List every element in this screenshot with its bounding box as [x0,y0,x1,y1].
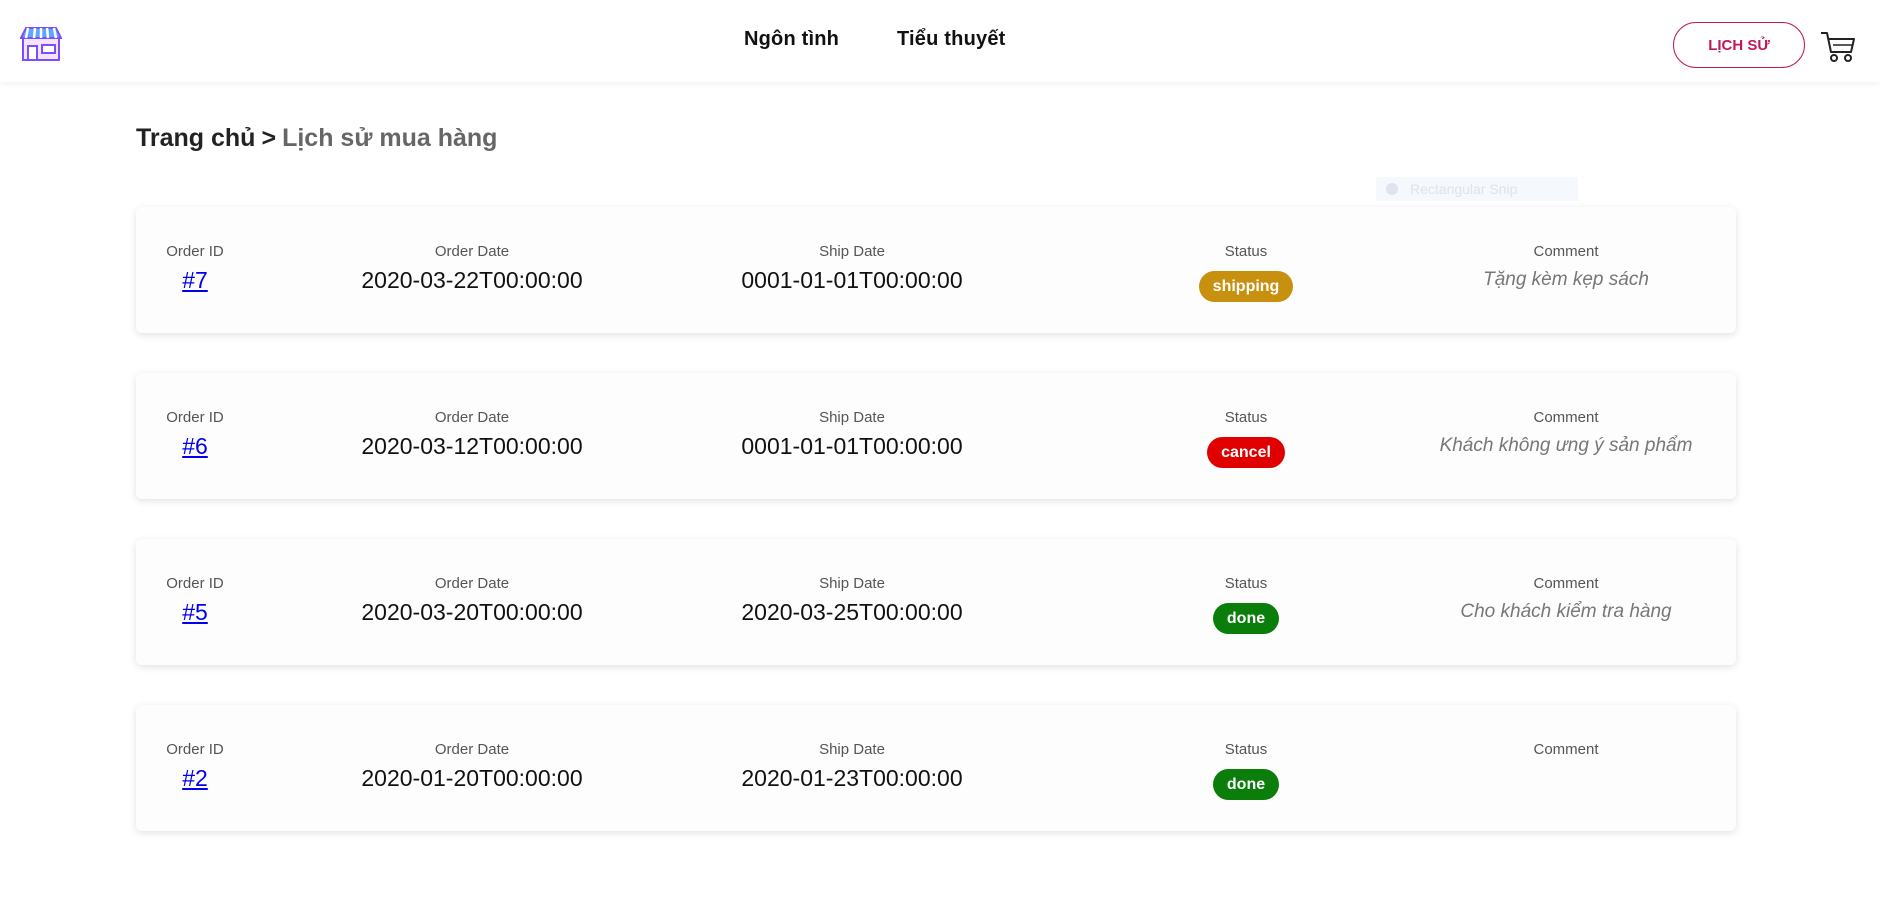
order-date-label: Order Date [434,741,510,758]
order-card: Order ID #6 Order Date 2020-03-12T00:00:… [136,373,1736,499]
order-date-value: 2020-01-20T00:00:00 [361,765,583,791]
status-label: Status [1224,575,1268,592]
nav-item-tieu-thuyet[interactable]: Tiểu thuyết [897,28,1006,51]
order-id-link[interactable]: #6 [182,433,208,459]
ship-date-value: 2020-01-23T00:00:00 [741,765,963,791]
ship-date-label: Ship Date [819,741,885,758]
ship-date-column: Ship Date 0001-01-01T00:00:00 [712,207,992,333]
shop-icon[interactable] [20,26,62,62]
breadcrumb: Trang chủ > Lịch sử mua hàng [136,124,497,153]
ship-date-value: 0001-01-01T00:00:00 [741,267,963,293]
order-date-column: Order Date 2020-03-22T00:00:00 [332,207,612,333]
order-card: Order ID #5 Order Date 2020-03-20T00:00:… [136,539,1736,665]
status-column: Status done [1176,705,1316,831]
order-id-label: Order ID [166,575,224,592]
ship-date-value: 0001-01-01T00:00:00 [741,433,963,459]
order-card: Order ID #7 Order Date 2020-03-22T00:00:… [136,207,1736,333]
ship-date-label: Ship Date [819,409,885,426]
status-label: Status [1224,409,1268,426]
status-label: Status [1224,243,1268,260]
breadcrumb-separator: > [261,124,277,152]
snip-icon [1386,183,1398,195]
status-badge: shipping [1198,271,1294,302]
order-id-link[interactable]: #5 [182,599,208,625]
comment-column: Comment [1436,705,1696,831]
breadcrumb-current: Lịch sử mua hàng [282,124,498,152]
order-id-column: Order ID #5 [136,539,254,665]
comment-label: Comment [1533,243,1599,260]
comment-column: Comment Tặng kèm kẹp sách [1436,207,1696,333]
comment-value: Tặng kèm kẹp sách [1483,269,1649,290]
snip-label: Rectangular Snip [1410,181,1518,197]
breadcrumb-home-link[interactable]: Trang chủ [136,124,255,152]
order-card: Order ID #2 Order Date 2020-01-20T00:00:… [136,705,1736,831]
comment-value: Cho khách kiểm tra hàng [1460,601,1672,622]
order-date-value: 2020-03-20T00:00:00 [361,599,583,625]
ship-date-value: 2020-03-25T00:00:00 [741,599,963,625]
order-date-value: 2020-03-12T00:00:00 [361,433,583,459]
comment-column: Comment Khách không ưng ý sản phẩm [1436,373,1696,499]
order-id-link[interactable]: #2 [182,765,208,791]
comment-label: Comment [1533,575,1599,592]
cart-icon[interactable] [1820,30,1856,64]
ship-date-column: Ship Date 2020-01-23T00:00:00 [712,705,992,831]
comment-label: Comment [1533,409,1599,426]
order-id-column: Order ID #6 [136,373,254,499]
status-column: Status done [1176,539,1316,665]
order-date-label: Order Date [434,409,510,426]
order-id-label: Order ID [166,243,224,260]
order-id-link[interactable]: #7 [182,267,208,293]
status-badge: done [1212,603,1280,634]
order-date-column: Order Date 2020-03-12T00:00:00 [332,373,612,499]
status-label: Status [1224,741,1268,758]
ship-date-column: Ship Date 2020-03-25T00:00:00 [712,539,992,665]
comment-label: Comment [1533,741,1599,758]
order-id-label: Order ID [166,741,224,758]
order-date-label: Order Date [434,575,510,592]
order-date-column: Order Date 2020-03-20T00:00:00 [332,539,612,665]
order-id-column: Order ID #7 [136,207,254,333]
order-id-column: Order ID #2 [136,705,254,831]
ship-date-column: Ship Date 0001-01-01T00:00:00 [712,373,992,499]
status-badge: done [1212,769,1280,800]
order-id-label: Order ID [166,409,224,426]
ship-date-label: Ship Date [819,575,885,592]
status-column: Status shipping [1176,207,1316,333]
status-badge: cancel [1207,437,1285,468]
status-column: Status cancel [1176,373,1316,499]
order-date-label: Order Date [434,243,510,260]
snip-tooltip: Rectangular Snip [1376,177,1578,201]
nav-item-ngon-tinh[interactable]: Ngôn tình [744,28,839,51]
order-date-column: Order Date 2020-01-20T00:00:00 [332,705,612,831]
history-button[interactable]: LỊCH SỬ [1673,22,1805,68]
comment-column: Comment Cho khách kiểm tra hàng [1436,539,1696,665]
comment-value: Khách không ưng ý sản phẩm [1439,435,1693,456]
order-date-value: 2020-03-22T00:00:00 [361,267,583,293]
top-header: Ngôn tình Tiểu thuyết LỊCH SỬ [0,0,1880,82]
ship-date-label: Ship Date [819,243,885,260]
